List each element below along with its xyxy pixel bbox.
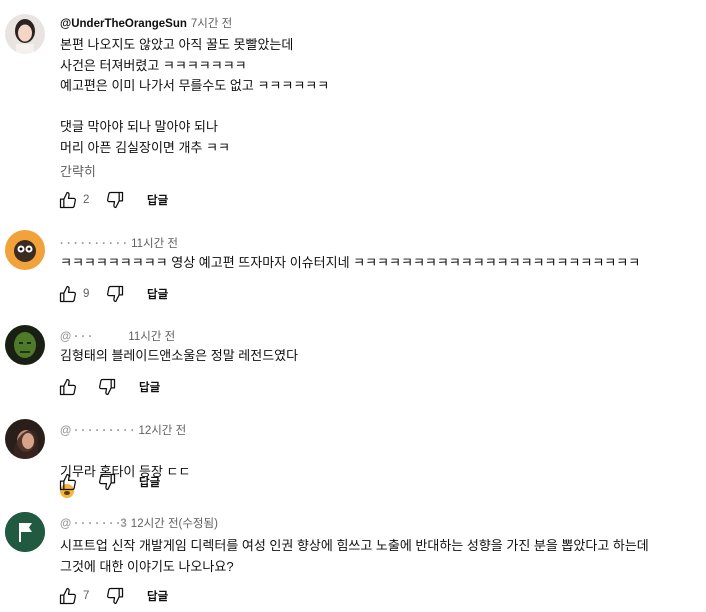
comment-time[interactable]: 7시간 전	[191, 18, 232, 30]
comment-time[interactable]: 11시간 전	[128, 331, 175, 343]
thumbs-down-icon[interactable]	[95, 470, 119, 494]
thumbs-up-icon[interactable]	[56, 188, 80, 212]
like-count: 7	[83, 590, 90, 602]
comment-text: 본편 나오지도 않았고 아직 꿀도 못빨았는데 사건은 터져버렸고 ㅋㅋㅋㅋㅋㅋ…	[60, 37, 330, 155]
comment-text: 김형태의 블레이드앤소울은 정말 레전드였다	[60, 348, 299, 363]
reply-button[interactable]: 답글	[147, 286, 168, 302]
reply-button[interactable]: 답글	[139, 379, 160, 395]
thumbs-up-icon[interactable]	[56, 470, 80, 494]
thumbs-down-icon[interactable]	[103, 584, 127, 608]
reply-button[interactable]: 답글	[139, 474, 160, 490]
comment-time[interactable]: 11시간 전	[131, 238, 178, 250]
avatar[interactable]	[5, 419, 45, 459]
avatar[interactable]	[5, 14, 45, 54]
like-count: 2	[83, 194, 90, 206]
reply-button[interactable]: 답글	[147, 588, 168, 604]
thumbs-down-icon[interactable]	[103, 188, 127, 212]
comment-header: @UnderTheOrangeSun 7시간 전	[60, 15, 232, 31]
thumbs-up-icon[interactable]	[56, 375, 80, 399]
reply-button[interactable]: 답글	[147, 192, 168, 208]
comment-actions: 답글	[56, 470, 160, 494]
thumbs-down-icon[interactable]	[103, 282, 127, 306]
comment-header: @ · · · · · · · · · 12시간 전	[60, 422, 186, 438]
comment-author[interactable]: @ · · · · · · ·3	[60, 518, 127, 530]
comment-author[interactable]: @UnderTheOrangeSun	[60, 18, 187, 30]
avatar[interactable]	[5, 325, 45, 365]
avatar[interactable]	[5, 512, 45, 552]
comment-header: @ · · · · · · ·3 12시간 전(수정됨)	[60, 515, 218, 531]
thumbs-down-icon[interactable]	[95, 375, 119, 399]
comment-actions: 답글	[56, 375, 160, 399]
comment-time[interactable]: 12시간 전(수정됨)	[131, 518, 218, 530]
avatar[interactable]	[5, 230, 45, 270]
like-count: 9	[83, 288, 90, 300]
comment-actions: 2 답글	[56, 188, 168, 212]
comment-text: 시프트업 신작 개발게임 디렉터를 여성 인권 향상에 힘쓰고 노출에 반대하는…	[60, 538, 649, 574]
comment-author[interactable]: · · · · · · · · · ·	[60, 238, 127, 250]
comment-author[interactable]: @ · · · · · · · · ·	[60, 425, 134, 437]
thumbs-up-icon[interactable]	[56, 584, 80, 608]
comment-actions: 7 답글	[56, 584, 168, 608]
show-less-link[interactable]: 간략히	[60, 161, 96, 180]
comment-author[interactable]: @ · · ·	[60, 331, 92, 343]
comment-time[interactable]: 12시간 전	[138, 425, 186, 437]
comment-header: · · · · · · · · · · 11시간 전	[60, 235, 178, 251]
comment-actions: 9 답글	[56, 282, 168, 306]
comment-header: @ · · · 11시간 전	[60, 328, 175, 344]
thumbs-up-icon[interactable]	[56, 282, 80, 306]
comment-text: ㅋㅋㅋㅋㅋㅋㅋㅋㅋ 영상 예고편 뜨자마자 이슈터지네 ㅋㅋㅋㅋㅋㅋㅋㅋㅋㅋㅋㅋ…	[60, 255, 641, 270]
